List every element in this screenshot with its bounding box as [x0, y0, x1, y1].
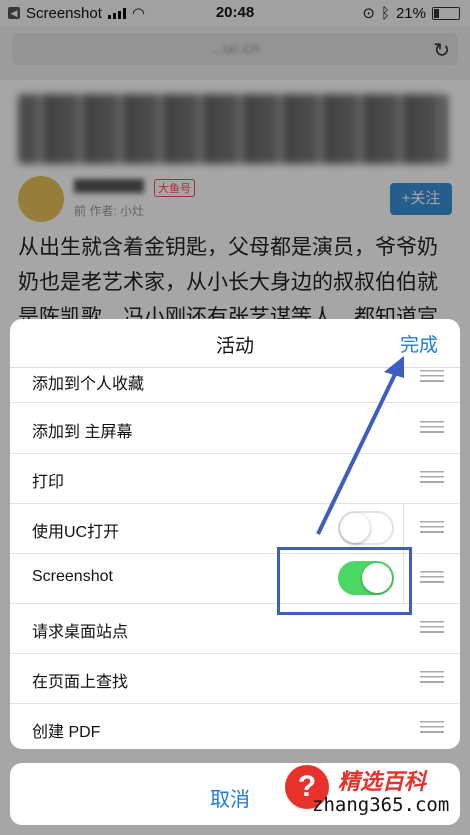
annotation-arrow-icon: [316, 356, 404, 535]
